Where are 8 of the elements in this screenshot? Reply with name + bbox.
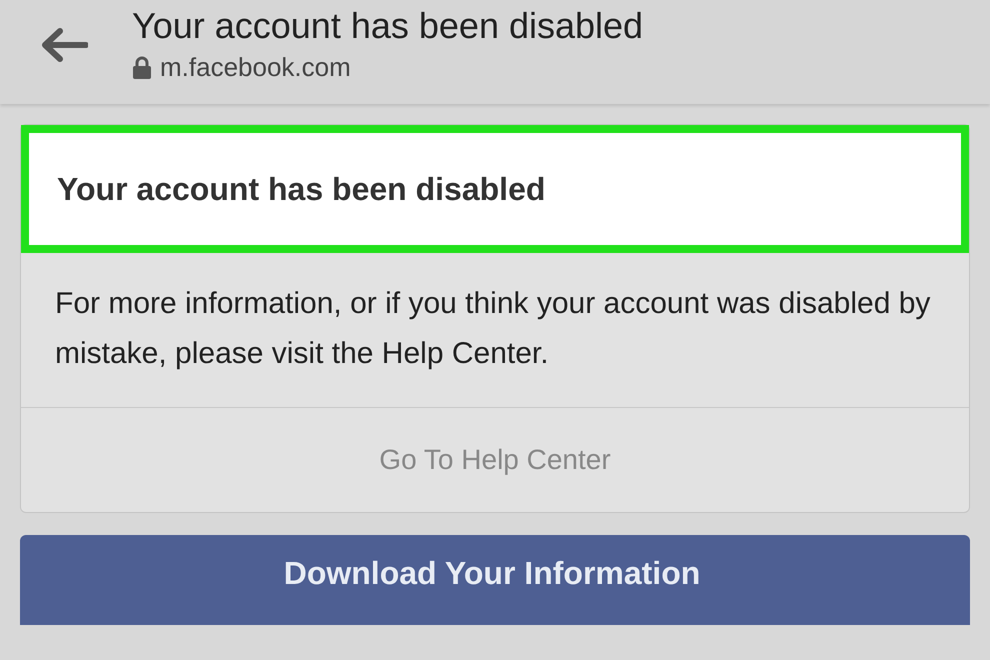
back-arrow-icon[interactable] [40,28,88,62]
url-text: m.facebook.com [160,52,351,83]
notice-message: For more information, or if you think your account was disabled by mistake, please visit the Help Center. [55,286,932,372]
page-title: Your account has been disabled [132,4,644,48]
help-center-link[interactable]: Go To Help Center [21,408,969,512]
notice-heading: Your account has been disabled [57,170,546,208]
download-information-button[interactable]: Download Your Information [20,535,970,625]
lock-icon [132,56,152,80]
